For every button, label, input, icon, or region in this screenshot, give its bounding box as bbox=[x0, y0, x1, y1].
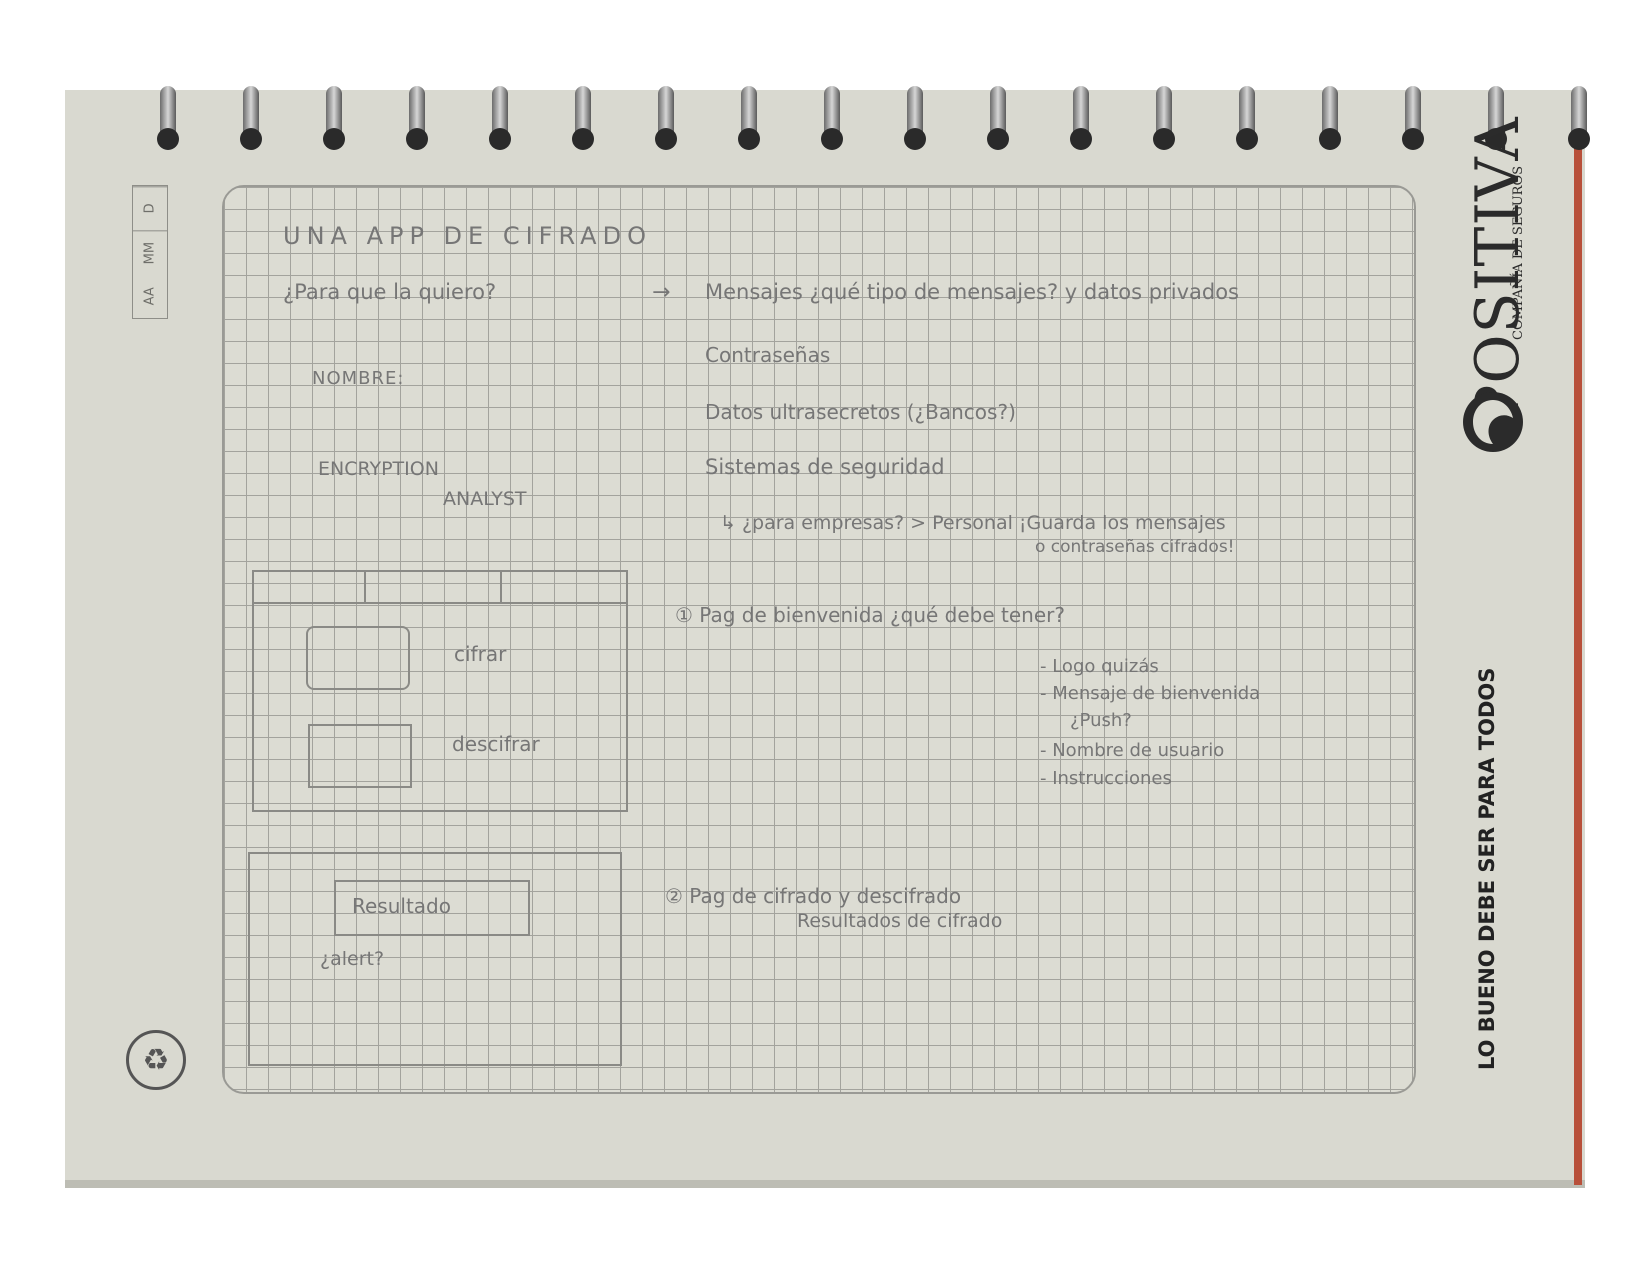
date-year: AA bbox=[142, 287, 158, 306]
wireframe-alert-label: ¿alert? bbox=[320, 948, 385, 970]
page1-item-welcome: - Mensaje de bienvenida bbox=[1040, 683, 1261, 704]
nombre-value-1: ENCRYPTION bbox=[318, 458, 439, 480]
spiral-hole bbox=[655, 128, 677, 150]
note-arrow: → bbox=[652, 280, 671, 305]
spiral-hole bbox=[489, 128, 511, 150]
note-item5: ↳ ¿para empresas? > Personal ¡Guarda los… bbox=[720, 512, 1226, 534]
page1-item-push: ¿Push? bbox=[1070, 710, 1132, 731]
spiral-hole bbox=[1319, 128, 1341, 150]
recycle-icon: ♻ bbox=[126, 1030, 186, 1090]
note-item2: Contraseñas bbox=[705, 343, 831, 367]
spiral-hole bbox=[572, 128, 594, 150]
spiral-hole bbox=[1070, 128, 1092, 150]
wireframe-result-page: Resultado ¿alert? bbox=[248, 852, 622, 1066]
note-item5b: o contraseñas cifrados! bbox=[1035, 537, 1235, 557]
page1-item-username: - Nombre de usuario bbox=[1040, 740, 1225, 761]
positiva-logo-icon bbox=[1463, 392, 1523, 452]
note-question: ¿Para que la quiero? bbox=[283, 280, 497, 304]
spiral-hole bbox=[406, 128, 428, 150]
date-month: MM bbox=[133, 230, 167, 275]
page-shadow bbox=[65, 1180, 1585, 1188]
page1-item-instructions: - Instrucciones bbox=[1040, 768, 1172, 789]
spiral-hole bbox=[240, 128, 262, 150]
wireframe-result-label: Resultado bbox=[352, 894, 451, 918]
wireframe-decrypt-box bbox=[308, 724, 412, 788]
wireframe-navbar-line bbox=[254, 602, 626, 604]
note-answer: Mensajes ¿qué tipo de mensajes? y datos … bbox=[705, 280, 1239, 304]
brand-subtitle: COMPAÑÍA DE SEGUROS bbox=[1511, 165, 1526, 340]
wireframe-tab-divider-2 bbox=[500, 572, 502, 602]
page2-heading: ② Pag de cifrado y descifrado bbox=[665, 884, 962, 908]
wireframe-tab-divider-1 bbox=[364, 572, 366, 602]
nombre-label: NOMBRE: bbox=[312, 368, 405, 389]
note-item3: Datos ultrasecretos (¿Bancos?) bbox=[705, 400, 1016, 424]
date-box: D MM AA bbox=[132, 185, 168, 319]
brand-slogan: LO BUENO DEBE SER PARA TODOS bbox=[1475, 667, 1499, 1070]
spiral-hole bbox=[821, 128, 843, 150]
spiral-hole bbox=[987, 128, 1009, 150]
page1-item-logo: - Logo quizás bbox=[1040, 656, 1159, 677]
note-title: UNA APP DE CIFRADO bbox=[283, 222, 652, 250]
spiral-hole bbox=[157, 128, 179, 150]
spiral-hole bbox=[1568, 128, 1590, 150]
wireframe-welcome-page: cifrar descifrar bbox=[252, 570, 628, 812]
page1-heading: ① Pag de bienvenida ¿qué debe tener? bbox=[675, 603, 1065, 627]
spiral-hole bbox=[1153, 128, 1175, 150]
spiral-hole bbox=[904, 128, 926, 150]
notebook-edge bbox=[1574, 100, 1582, 1185]
nombre-value-2: ANALYST bbox=[443, 488, 527, 510]
spiral-hole bbox=[1236, 128, 1258, 150]
wireframe-encrypt-box bbox=[306, 626, 410, 690]
spiral-hole bbox=[323, 128, 345, 150]
date-day: D bbox=[133, 186, 167, 231]
spiral-hole bbox=[738, 128, 760, 150]
wireframe-encrypt-label: cifrar bbox=[454, 642, 507, 666]
spiral-hole bbox=[1402, 128, 1424, 150]
note-item4: Sistemas de seguridad bbox=[705, 455, 945, 479]
wireframe-decrypt-label: descifrar bbox=[452, 732, 540, 756]
page2-subheading: Resultados de cifrado bbox=[797, 910, 1003, 932]
